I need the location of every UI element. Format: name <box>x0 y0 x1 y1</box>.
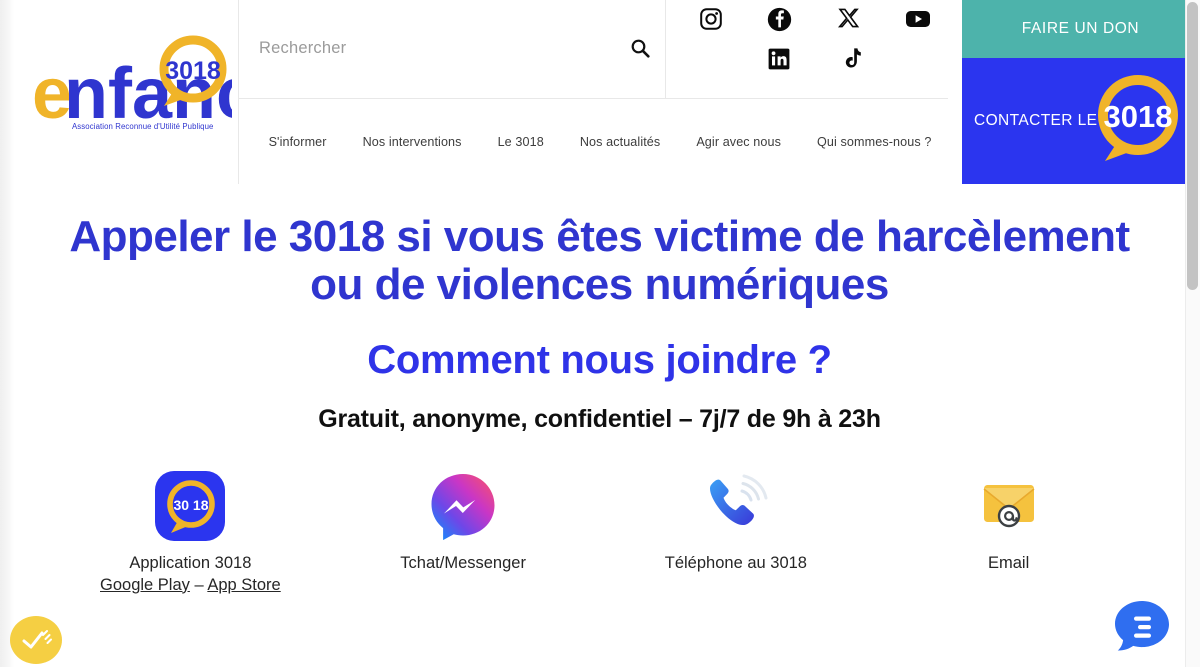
nav-item-nos-actualites[interactable]: Nos actualités <box>580 135 661 149</box>
search-button[interactable] <box>626 34 654 62</box>
nav-item-agir-avec-nous[interactable]: Agir avec nous <box>696 135 781 149</box>
site-logo[interactable]: e nfance 3018 Association Reconnue d'Uti… <box>22 26 296 146</box>
search-input[interactable] <box>259 38 626 58</box>
contact-option-app[interactable]: 30 18 Application 3018 Google Play – App… <box>65 470 315 595</box>
main-navigation: S'informer Nos interventions Le 3018 Nos… <box>238 99 948 184</box>
nav-item-le-3018[interactable]: Le 3018 <box>498 135 544 149</box>
contact-3018-bubble-icon: 3018 <box>1098 75 1178 161</box>
main-content: Appeler le 3018 si vous êtes victime de … <box>14 184 1185 667</box>
donate-button-label: FAIRE UN DON <box>1021 20 1140 37</box>
link-separator: – <box>189 575 208 594</box>
accessibility-badge-icon <box>22 630 52 649</box>
instagram-icon[interactable] <box>698 6 724 32</box>
app-store-link[interactable]: App Store <box>207 576 280 594</box>
logo-tagline: Association Reconnue d'Utilité Publique <box>72 122 214 131</box>
svg-text:30 18: 30 18 <box>174 497 209 513</box>
contact-option-app-label: Application 3018 <box>129 553 252 572</box>
service-tagline: Gratuit, anonyme, confidentiel – 7j/7 de… <box>318 404 881 433</box>
facebook-icon[interactable] <box>767 6 793 32</box>
search-icon <box>631 39 650 58</box>
accessibility-widget-button[interactable] <box>10 616 62 664</box>
contact-option-email-label: Email <box>987 553 1030 572</box>
google-play-link[interactable]: Google Play <box>100 576 190 594</box>
social-links <box>679 6 949 72</box>
linkedin-icon[interactable] <box>766 46 792 72</box>
vertical-scrollbar[interactable] <box>1185 0 1200 667</box>
messenger-icon <box>429 470 497 542</box>
tiktok-icon[interactable] <box>838 46 864 72</box>
social-row-primary <box>679 6 949 32</box>
chat-bubble-icon <box>1115 601 1169 651</box>
page-subheadline: Comment nous joindre ? <box>367 337 832 382</box>
contact-3018-button[interactable]: CONTACTER LE 3018 <box>962 58 1199 184</box>
search-bar[interactable] <box>259 22 654 74</box>
app-3018-icon: 30 18 <box>155 470 226 542</box>
contact-option-email[interactable]: Email <box>884 470 1134 573</box>
header-divider-middle <box>665 0 666 98</box>
contact-button-label: CONTACTER LE <box>974 112 1098 129</box>
phone-ringing-icon <box>698 470 774 542</box>
x-twitter-icon[interactable] <box>836 6 862 32</box>
contact-bubble-number: 3018 <box>1104 99 1173 134</box>
scrollbar-thumb[interactable] <box>1187 2 1198 290</box>
left-gutter <box>0 0 14 667</box>
contact-options-row: 30 18 Application 3018 Google Play – App… <box>14 470 1185 595</box>
youtube-icon[interactable] <box>905 6 931 32</box>
email-envelope-icon <box>978 470 1040 542</box>
chat-widget-button[interactable] <box>1112 597 1172 657</box>
page-headline: Appeler le 3018 si vous êtes victime de … <box>69 212 1130 310</box>
app-store-links: Google Play – App Store <box>100 576 281 595</box>
svg-text:3018: 3018 <box>165 57 221 85</box>
nav-item-nos-interventions[interactable]: Nos interventions <box>363 135 462 149</box>
nav-item-sinformer[interactable]: S'informer <box>269 135 327 149</box>
contact-option-phone[interactable]: Téléphone au 3018 <box>611 470 861 573</box>
contact-option-messenger-label: Tchat/Messenger <box>400 553 526 572</box>
contact-option-messenger[interactable]: Tchat/Messenger <box>338 470 588 573</box>
nav-item-qui-sommes-nous[interactable]: Qui sommes-nous ? <box>817 135 931 149</box>
page-root: e nfance 3018 Association Reconnue d'Uti… <box>0 0 1200 667</box>
social-row-secondary <box>679 46 949 72</box>
site-header: e nfance 3018 Association Reconnue d'Uti… <box>14 0 1199 184</box>
donate-button[interactable]: FAIRE UN DON <box>962 0 1199 58</box>
contact-option-phone-label: Téléphone au 3018 <box>664 553 807 572</box>
